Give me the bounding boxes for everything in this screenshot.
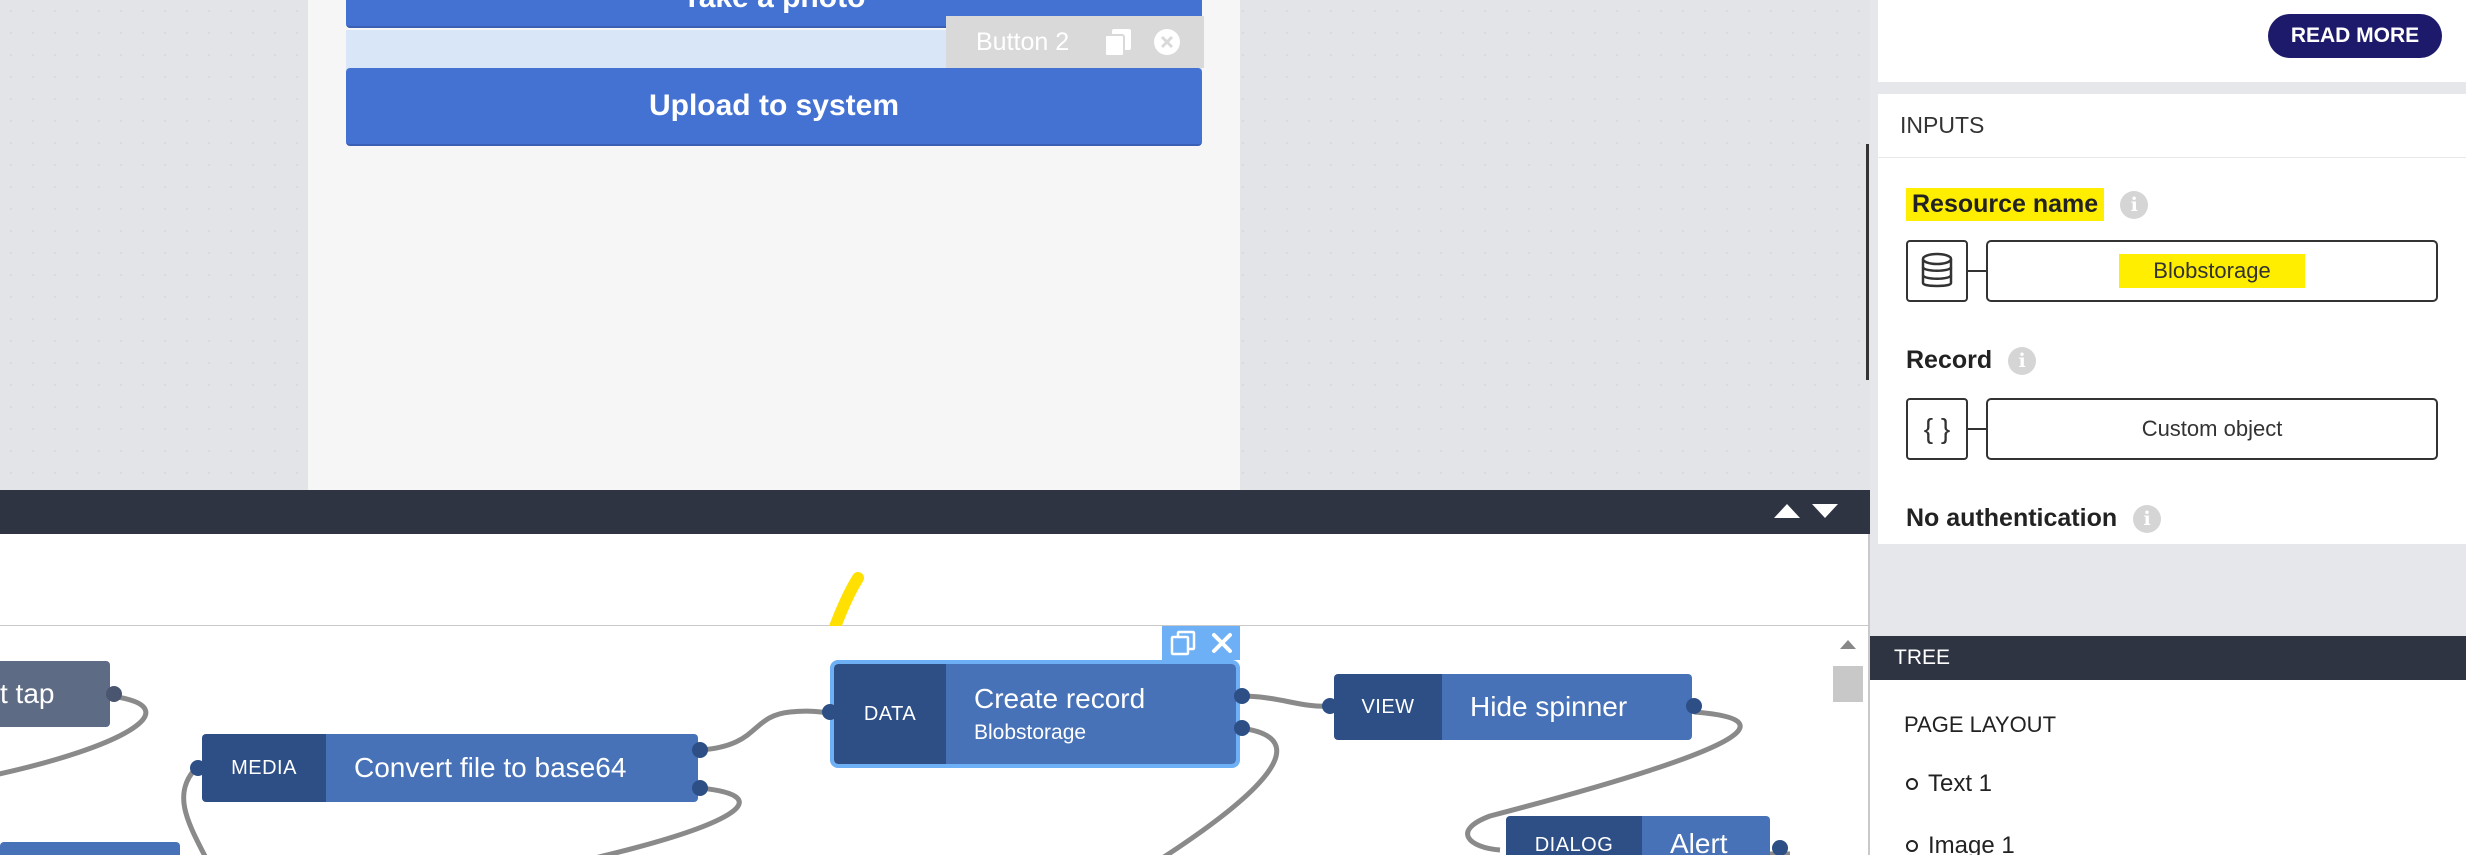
input-port-icon[interactable]: [1320, 696, 1340, 716]
duplicate-node-icon[interactable]: [1169, 629, 1197, 657]
logic-panel-divider: [0, 490, 1870, 534]
type-connector: [1968, 270, 1986, 272]
logic-node-data-category: DATA: [834, 664, 946, 764]
tree-item-label: Image 1: [1928, 832, 2015, 855]
logic-node-partial[interactable]: [0, 842, 180, 855]
canvas-scrollbar-thumb[interactable]: [1866, 144, 1869, 380]
curly-braces-icon[interactable]: { }: [1906, 398, 1968, 460]
collapse-down-icon[interactable]: [1812, 504, 1838, 518]
button2-selection-chip: Button 2: [946, 16, 1204, 68]
resource-name-field-label: Resource name i: [1906, 188, 2149, 221]
database-icon[interactable]: [1906, 240, 1968, 302]
logic-node-media-label: Convert file to base64: [326, 734, 698, 802]
logic-node-alert[interactable]: DIALOG Alert: [1506, 816, 1770, 855]
info-icon[interactable]: i: [2133, 504, 2162, 533]
inputs-card: INPUTS Resource name i Blobstorage Recor…: [1878, 94, 2466, 544]
record-field-label: Record i: [1906, 346, 2037, 375]
input-port-icon[interactable]: [820, 702, 840, 722]
scrollbar-thumb[interactable]: [1833, 666, 1863, 702]
logic-node-view-category: VIEW: [1334, 674, 1442, 740]
output-port-icon[interactable]: [1684, 696, 1704, 716]
delete-node-icon[interactable]: [1210, 631, 1234, 655]
logic-editor-header: [0, 534, 1868, 680]
output-port-icon[interactable]: [1232, 686, 1252, 706]
remove-icon[interactable]: [1152, 27, 1182, 57]
logic-node-dialog-category: DIALOG: [1506, 816, 1642, 855]
record-label: Record: [1906, 346, 1993, 374]
tree-node-icon: [1906, 778, 1918, 790]
properties-panel: READ MORE INPUTS Resource name i Blobsto…: [1870, 0, 2466, 855]
tree-item-text1[interactable]: Text 1: [1906, 770, 1992, 798]
type-connector: [1968, 428, 1986, 430]
logic-node-tap-label: t tap: [0, 661, 110, 727]
duplicate-icon[interactable]: [1102, 26, 1134, 58]
selected-node-toolbar: [1162, 626, 1240, 660]
output-port-icon[interactable]: [1770, 838, 1790, 855]
logic-node-dialog-label: Alert: [1642, 816, 1770, 855]
auth-field-label: No authentication i: [1906, 504, 2162, 533]
expand-up-icon[interactable]: [1774, 504, 1800, 518]
scroll-up-icon[interactable]: [1840, 640, 1856, 649]
tree-item-label: Text 1: [1928, 770, 1993, 797]
logic-node-data-sublabel: Blobstorage: [974, 721, 1087, 744]
tree-item-image1[interactable]: Image 1: [1906, 832, 2015, 855]
tree-node-icon: [1906, 840, 1918, 852]
auth-label: No authentication: [1906, 504, 2118, 532]
output-port-icon[interactable]: [690, 740, 710, 760]
output-port-icon[interactable]: [1232, 718, 1252, 738]
upload-to-system-button[interactable]: Upload to system: [346, 68, 1202, 146]
logic-node-view-label: Hide spinner: [1442, 674, 1692, 740]
tree-title: TREE: [1894, 646, 1951, 669]
logic-node-data-label: Create record: [974, 683, 1146, 714]
button2-chip-label: Button 2: [976, 27, 1070, 56]
logic-node-media-category: MEDIA: [202, 734, 326, 802]
tree-panel: PAGE LAYOUT Text 1 Image 1: [1870, 680, 2466, 855]
output-port-icon[interactable]: [104, 684, 124, 704]
logic-canvas[interactable]: t tap MEDIA Convert file to base64 DATA …: [0, 626, 1868, 855]
read-more-button[interactable]: READ MORE: [2268, 14, 2442, 58]
logic-node-create-record[interactable]: DATA Create record Blobstorage: [830, 660, 1240, 768]
inputs-title: INPUTS: [1878, 94, 2466, 158]
logic-node-tap[interactable]: t tap: [0, 661, 110, 727]
logic-node-convert-file[interactable]: MEDIA Convert file to base64: [202, 734, 698, 802]
tree-header: TREE: [1870, 636, 2466, 680]
resource-name-label: Resource name: [1906, 188, 2105, 221]
info-icon[interactable]: i: [2008, 346, 2037, 375]
logic-node-hide-spinner[interactable]: VIEW Hide spinner: [1334, 674, 1692, 740]
resource-name-value: Blobstorage: [2119, 254, 2305, 288]
record-value: Custom object: [2141, 416, 2283, 441]
logic-scrollbar[interactable]: [1828, 626, 1868, 855]
record-input[interactable]: Custom object: [1986, 398, 2438, 460]
description-card: READ MORE: [1878, 0, 2466, 82]
input-port-icon[interactable]: [188, 758, 208, 778]
page-layout-title: PAGE LAYOUT: [1904, 712, 2057, 737]
resource-name-input[interactable]: Blobstorage: [1986, 240, 2438, 302]
output-port-icon[interactable]: [690, 778, 710, 798]
info-icon[interactable]: i: [2120, 190, 2149, 219]
